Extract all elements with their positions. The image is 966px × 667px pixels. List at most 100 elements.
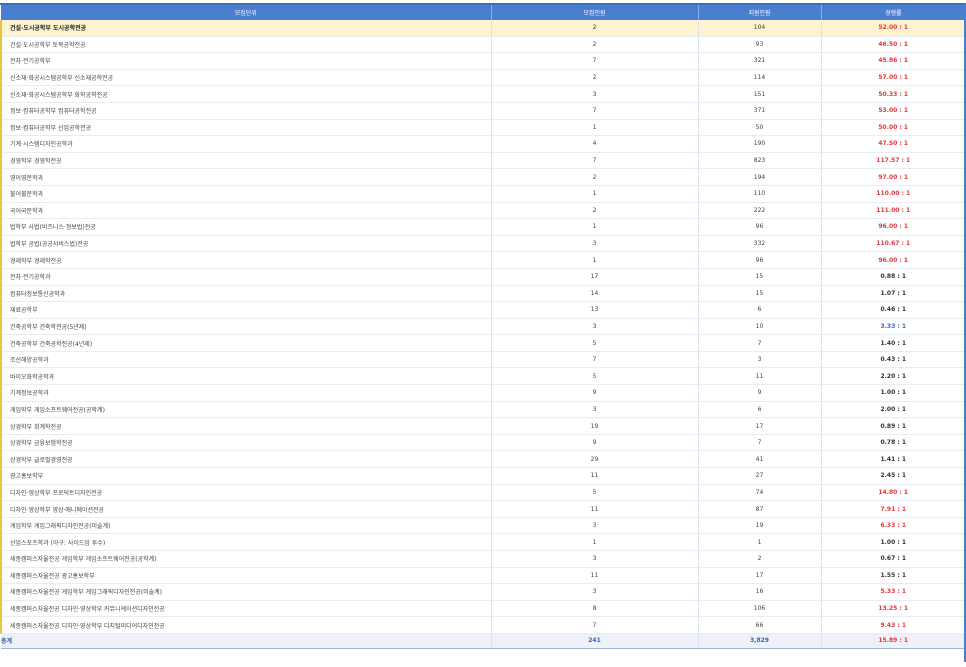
ratio-cell: 0.78 : 1 [821, 434, 965, 452]
quota-cell: 3 [491, 517, 699, 535]
applicants-cell: 3 [698, 351, 822, 369]
table-row: 조선해양공학과 7 3 0.43 : 1 [0, 351, 965, 369]
unit-cell: 산업스포츠학과 (야구: 사이드암 투수) [0, 533, 492, 551]
ratio-cell: 0.88 : 1 [821, 268, 965, 286]
quota-cell: 19 [491, 417, 699, 435]
unit-cell: 기계·시스템디자인공학과 [0, 135, 492, 153]
ratio-cell: 0.43 : 1 [821, 351, 965, 369]
ratio-cell: 13.25 : 1 [821, 600, 965, 618]
unit-cell: 전자·전기공학과 [0, 268, 492, 286]
quota-cell: 7 [491, 151, 699, 170]
quota-cell: 11 [491, 567, 699, 585]
ratio-cell: 7.91 : 1 [821, 500, 965, 518]
applicants-cell: 194 [698, 168, 822, 186]
quota-cell: 3 [491, 550, 699, 568]
unit-cell: 게임학부 게임소프트웨어전공(공학계) [0, 401, 492, 419]
unit-cell: 신소재·화공시스템공학부 화학공학전공 [0, 85, 492, 103]
applicants-cell: 17 [698, 417, 822, 435]
unit-cell: 정보·컴퓨터공학부 컴퓨터공학전공 [0, 102, 492, 120]
table-row: 국어국문학과 2 222 111.00 : 1 [0, 201, 965, 220]
applicants-cell: 332 [698, 235, 822, 253]
unit-cell: 세종캠퍼스자율전공 광고홍보학부 [0, 567, 492, 585]
ratio-cell: 110.00 : 1 [821, 185, 965, 203]
applicants-cell: 66 [698, 616, 822, 634]
unit-cell: 상경학부 회계학전공 [0, 417, 492, 435]
unit-cell: 영어영문학과 [0, 168, 492, 186]
ratio-cell: 1.41 : 1 [821, 450, 965, 469]
unit-cell: 전자·전기공학부 [0, 52, 492, 70]
total-row: 총계 241 3,829 15.89 : 1 [1, 632, 965, 649]
unit-cell: 광고홍보학부 [0, 467, 492, 485]
table-row: 세종캠퍼스자율전공 광고홍보학부 11 17 1.55 : 1 [0, 567, 965, 585]
table-row: 전자·전기공학부 7 321 45.86 : 1 [0, 52, 965, 70]
table-row: 게임학부 게임소프트웨어전공(공학계) 3 6 2.00 : 1 [0, 401, 965, 419]
ratio-cell: 50.00 : 1 [821, 119, 965, 137]
quota-cell: 5 [491, 334, 699, 352]
ratio-cell: 14.80 : 1 [821, 484, 965, 502]
ratio-cell: 5.33 : 1 [821, 583, 965, 601]
unit-cell: 법학부 사법(비즈니스·정보법)전공 [0, 218, 492, 236]
unit-cell: 경영학부 경영학전공 [0, 151, 492, 170]
ratio-cell: 110.67 : 1 [821, 235, 965, 253]
ratio-cell: 53.00 : 1 [821, 102, 965, 120]
ratio-cell: 96.00 : 1 [821, 251, 965, 269]
table-row: 경제학부 경제학전공 1 96 96.00 : 1 [0, 251, 965, 269]
unit-cell: 세종캠퍼스자율전공 게임학부 게임그래픽디자인전공(미술계) [0, 583, 492, 601]
ratio-cell: 1.40 : 1 [821, 334, 965, 352]
table-row: 신소재·화공시스템공학부 신소재공학전공 2 114 57.00 : 1 [0, 69, 965, 87]
quota-cell: 2 [491, 201, 699, 220]
applicants-cell: 151 [698, 85, 822, 103]
unit-cell: 법학부 공법(공공서비스법)전공 [0, 235, 492, 253]
table-row: 경영학부 경영학전공 7 823 117.57 : 1 [0, 151, 965, 170]
quota-cell: 3 [491, 583, 699, 601]
ratio-cell: 46.50 : 1 [821, 36, 965, 54]
unit-cell: 정보·컴퓨터공학부 산업공학전공 [0, 119, 492, 137]
unit-cell: 조선해양공학과 [0, 351, 492, 369]
table-row: 건설·도시공학부 토목공학전공 2 93 46.50 : 1 [0, 36, 965, 54]
applicants-cell: 6 [698, 301, 822, 319]
ratio-cell: 1.07 : 1 [821, 285, 965, 303]
quota-cell: 2 [491, 69, 699, 87]
ratio-cell: 57.00 : 1 [821, 69, 965, 87]
applicants-cell: 7 [698, 334, 822, 352]
table-row: 디자인·영상학부 프로덕트디자인전공 5 74 14.80 : 1 [0, 484, 965, 502]
table-row: 법학부 공법(공공서비스법)전공 3 332 110.67 : 1 [0, 235, 965, 253]
quota-cell: 8 [491, 600, 699, 618]
table-row: 상경학부 금융보험학전공 9 7 0.78 : 1 [0, 434, 965, 452]
applicants-cell: 6 [698, 401, 822, 419]
applicants-cell: 96 [698, 218, 822, 236]
ratio-cell: 111.00 : 1 [821, 201, 965, 220]
ratio-cell: 3.33 : 1 [821, 318, 965, 336]
total-ratio: 15.89 : 1 [821, 632, 965, 649]
applicants-cell: 190 [698, 135, 822, 153]
unit-cell: 신소재·화공시스템공학부 신소재공학전공 [0, 69, 492, 87]
table-row: 건설·도시공학부 도시공학전공 2 104 52.00 : 1 [0, 20, 965, 37]
table-row: 산업스포츠학과 (야구: 사이드암 투수) 1 1 1.00 : 1 [0, 533, 965, 551]
quota-cell: 29 [491, 450, 699, 469]
applicants-cell: 19 [698, 517, 822, 535]
ratio-cell: 2.00 : 1 [821, 401, 965, 419]
quota-cell: 2 [491, 36, 699, 54]
table-row: 디자인·영상학부 영상·애니메이션전공 11 87 7.91 : 1 [0, 500, 965, 518]
quota-cell: 3 [491, 235, 699, 253]
unit-cell: 건축공학부 건축학전공(5년제) [0, 318, 492, 336]
quota-cell: 2 [491, 168, 699, 186]
applicants-cell: 15 [698, 268, 822, 286]
ratio-cell: 2.45 : 1 [821, 467, 965, 485]
unit-cell: 컴퓨터정보통신공학과 [0, 285, 492, 303]
applicants-cell: 2 [698, 550, 822, 568]
applicants-cell: 96 [698, 251, 822, 269]
quota-cell: 3 [491, 318, 699, 336]
quota-cell: 1 [491, 533, 699, 551]
quota-cell: 5 [491, 367, 699, 386]
header-applicants: 지원인원 [698, 5, 822, 20]
unit-cell: 상경학부 글로벌경영전공 [0, 450, 492, 469]
table-row: 바이오화학공학과 5 11 2.20 : 1 [0, 367, 965, 386]
ratio-cell: 0.89 : 1 [821, 417, 965, 435]
applicants-cell: 823 [698, 151, 822, 170]
applicants-cell: 17 [698, 567, 822, 585]
quota-cell: 11 [491, 500, 699, 518]
ratio-cell: 52.00 : 1 [821, 20, 965, 37]
applicants-cell: 1 [698, 533, 822, 551]
applicants-cell: 10 [698, 318, 822, 336]
